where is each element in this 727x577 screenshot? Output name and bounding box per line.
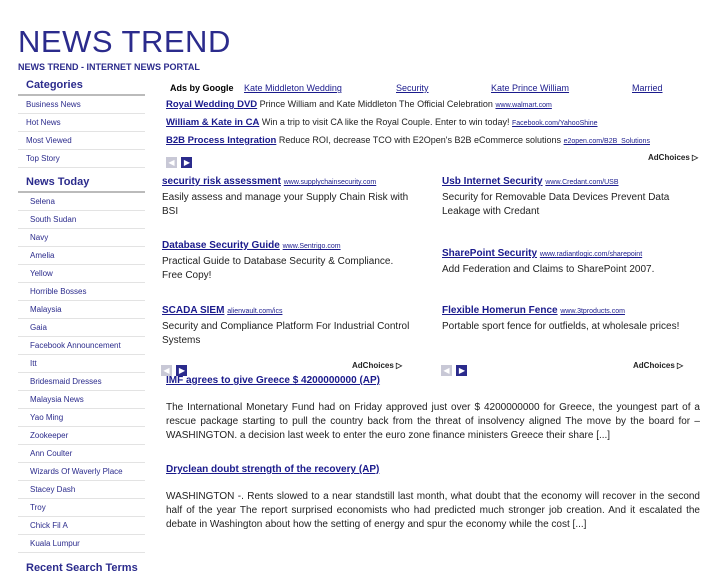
news-today-item[interactable]: Stacey Dash	[18, 481, 145, 499]
news-today-item[interactable]: Amelia	[18, 247, 145, 265]
news-today-item[interactable]: Ann Coulter	[18, 445, 145, 463]
categories-heading: Categories	[18, 76, 145, 96]
ad-text: Win a trip to visit CA like the Royal Co…	[261, 117, 510, 127]
news-today-item[interactable]: Yellow	[18, 265, 145, 283]
grid-ad-url[interactable]: www.Sentrigo.com	[283, 243, 341, 250]
grid-ad-title[interactable]: Flexible Homerun Fence	[442, 305, 558, 316]
ads-by-google-label: Ads by Google	[170, 83, 234, 93]
news-today-item[interactable]: Bridesmaid Dresses	[18, 373, 145, 391]
grid-ad-text: Security and Compliance Platform For Ind…	[162, 320, 410, 347]
grid-ad-title[interactable]: SharePoint Security	[442, 248, 537, 259]
grid-ad-text: Security for Removable Data Devices Prev…	[442, 191, 670, 218]
grid-ad-url[interactable]: www.3tproducts.com	[560, 308, 625, 315]
text-ad-line: Royal Wedding DVD Prince William and Kat…	[166, 99, 552, 110]
adchoices-label[interactable]: AdChoices ▷	[648, 153, 698, 162]
ad-prev-arrow-icon[interactable]: ◀	[441, 365, 452, 376]
news-today-item[interactable]: Itt	[18, 355, 145, 373]
grid-ad-text: Practical Guide to Database Security & C…	[162, 255, 394, 282]
news-today-item[interactable]: Wizards Of Waverly Place	[18, 463, 145, 481]
news-today-item[interactable]: South Sudan	[18, 211, 145, 229]
ad-title-link[interactable]: Royal Wedding DVD	[166, 99, 257, 110]
ad-text: Prince William and Kate Middleton The Of…	[259, 99, 493, 109]
ad-link[interactable]: Kate Middleton Wedding	[244, 83, 342, 93]
news-today-item[interactable]: Navy	[18, 229, 145, 247]
grid-ad: Usb Internet Security www.Credant.com/US…	[442, 175, 692, 220]
article-title-link[interactable]: Dryclean doubt strength of the recovery …	[166, 464, 379, 475]
adchoices-label[interactable]: AdChoices ▷	[633, 361, 683, 370]
category-item[interactable]: Business News	[18, 96, 145, 114]
grid-ad-url[interactable]: alienvault.com/ics	[227, 308, 282, 315]
ad-title-link[interactable]: B2B Process Integration	[166, 135, 276, 146]
news-today-item[interactable]: Selena	[18, 193, 145, 211]
category-item[interactable]: Top Story	[18, 150, 145, 168]
news-today-item[interactable]: Zookeeper	[18, 427, 145, 445]
grid-ad-text: Portable sport fence for outfields, at w…	[442, 320, 680, 332]
grid-ad-title[interactable]: Usb Internet Security	[442, 176, 543, 187]
ad-next-arrow-icon[interactable]: ▶	[181, 157, 193, 168]
grid-ad-title[interactable]: SCADA SIEM	[162, 305, 224, 316]
news-today-item[interactable]: Facebook Announcement	[18, 337, 145, 355]
category-item[interactable]: Hot News	[18, 114, 145, 132]
ad-link[interactable]: Married	[632, 83, 663, 93]
news-today-item[interactable]: Troy	[18, 499, 145, 517]
news-today-item[interactable]: Yao Ming	[18, 409, 145, 427]
news-today-item[interactable]: Chick Fil A	[18, 517, 145, 535]
ad-link[interactable]: Security	[396, 83, 429, 93]
news-today-list: Selena South Sudan Navy Amelia Yellow Ho…	[18, 193, 145, 553]
grid-ad-title[interactable]: Database Security Guide	[162, 240, 280, 251]
ad-title-link[interactable]: William & Kate in CA	[166, 117, 259, 128]
recent-search-heading: Recent Search Terms	[26, 562, 138, 574]
sidebar: Categories Business News Hot News Most V…	[18, 76, 145, 577]
article-body: WASHINGTON -. Rents slowed to a near sta…	[166, 491, 700, 530]
grid-ad-text: Add Federation and Claims to SharePoint …	[442, 263, 655, 275]
ad-url[interactable]: www.walmart.com	[495, 102, 551, 109]
category-item[interactable]: Most Viewed	[18, 132, 145, 150]
categories-list: Business News Hot News Most Viewed Top S…	[18, 96, 145, 168]
text-ad-line: B2B Process Integration Reduce ROI, decr…	[166, 135, 650, 146]
ad-link[interactable]: Kate Prince William	[491, 83, 569, 93]
grid-ad: Database Security Guide www.Sentrigo.com…	[162, 239, 412, 284]
ad-prev-arrow-icon[interactable]: ◀	[166, 157, 177, 168]
site-tagline: NEWS TREND - INTERNET NEWS PORTAL	[18, 62, 200, 72]
news-today-item[interactable]: Malaysia News	[18, 391, 145, 409]
ad-url[interactable]: Facebook.com/YahooShine	[512, 120, 597, 127]
grid-ad: SharePoint Security www.radiantlogic.com…	[442, 247, 692, 277]
ad-nav-right: ◀ ▶	[441, 360, 468, 378]
article-title-link[interactable]: IMF agrees to give Greece $ 4200000000 (…	[166, 375, 380, 386]
grid-ad: SCADA SIEM alienvault.com/ics Security a…	[162, 304, 412, 349]
ad-url[interactable]: e2open.com/B2B_Solutions	[564, 138, 650, 145]
news-today-heading: News Today	[18, 173, 145, 193]
grid-ad: security risk assessment www.supplychain…	[162, 175, 412, 220]
text-ad-line: William & Kate in CA Win a trip to visit…	[166, 117, 598, 128]
ad-text: Reduce ROI, decrease TCO with E2Open's B…	[278, 135, 562, 145]
news-today-item[interactable]: Horrible Bosses	[18, 283, 145, 301]
adchoices-label[interactable]: AdChoices ▷	[352, 361, 402, 370]
grid-ad: Flexible Homerun Fence www.3tproducts.co…	[442, 304, 692, 334]
grid-ad-url[interactable]: www.Credant.com/USB	[545, 179, 618, 186]
grid-ad-url[interactable]: www.radiantlogic.com/sharepoint	[540, 251, 642, 258]
ad-nav-top: ◀ ▶	[166, 152, 193, 170]
grid-ad-url[interactable]: www.supplychainsecurity.com	[284, 179, 376, 186]
article-body: The International Monetary Fund had on F…	[166, 402, 700, 441]
news-today-item[interactable]: Gaia	[18, 319, 145, 337]
grid-ad-text: Easily assess and manage your Supply Cha…	[162, 191, 409, 218]
ad-next-arrow-icon[interactable]: ▶	[456, 365, 468, 376]
grid-ad-title[interactable]: security risk assessment	[162, 176, 281, 187]
ad-links-bar: Ads by Google Kate Middleton Wedding Sec…	[166, 81, 706, 95]
news-today-item[interactable]: Kuala Lumpur	[18, 535, 145, 553]
site-title[interactable]: NEWS TREND	[18, 24, 231, 60]
news-today-item[interactable]: Malaysia	[18, 301, 145, 319]
